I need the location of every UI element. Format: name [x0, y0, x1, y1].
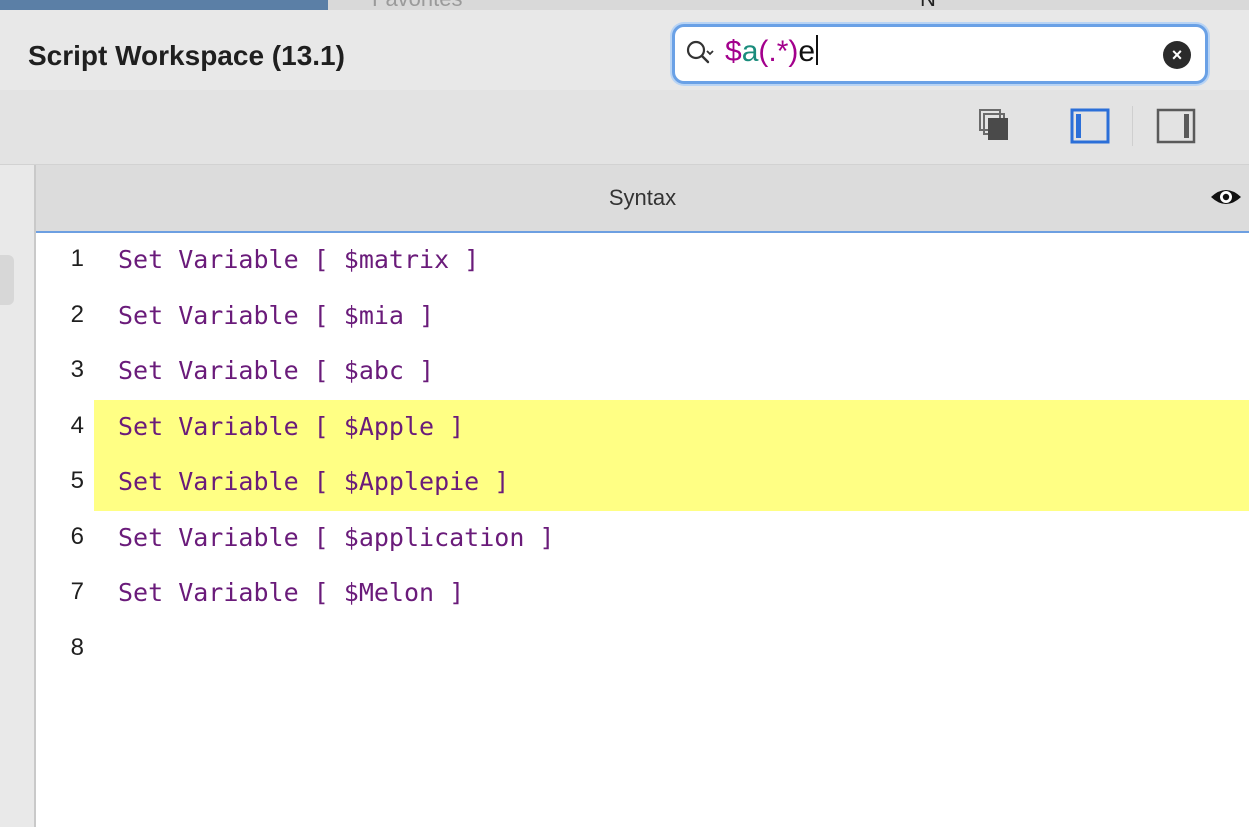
query-part: (: [758, 35, 769, 68]
title-bar: Script Workspace (13.1) $a(.*)e ×: [0, 10, 1249, 90]
script-step[interactable]: Set Variable [ $Apple ]: [118, 412, 464, 441]
script-line-highlighted[interactable]: 5 Set Variable [ $Applepie ]: [36, 455, 1249, 511]
line-number: 8: [70, 634, 84, 661]
script-line[interactable]: 1 Set Variable [ $matrix ]: [36, 233, 1249, 289]
line-number: 4: [70, 412, 84, 439]
script-line-highlighted[interactable]: 4 Set Variable [ $Apple ]: [36, 400, 1249, 456]
query-part: ): [788, 35, 799, 68]
script-editor[interactable]: 1 Set Variable [ $matrix ] 2 Set Variabl…: [36, 233, 1249, 827]
line-number: 1: [70, 245, 84, 272]
script-line[interactable]: 6 Set Variable [ $application ]: [36, 511, 1249, 567]
text-caret: [816, 35, 819, 65]
syntax-column-label: Syntax: [608, 185, 677, 210]
background-tab-label: Favorites: [372, 0, 462, 10]
script-line[interactable]: 7 Set Variable [ $Melon ]: [36, 566, 1249, 622]
line-number: 5: [70, 467, 84, 494]
query-part: e: [798, 35, 816, 68]
line-number: 7: [70, 578, 84, 605]
script-line[interactable]: 2 Set Variable [ $mia ]: [36, 289, 1249, 345]
script-line[interactable]: 8: [36, 622, 1249, 678]
copy-layers-icon[interactable]: [972, 106, 1016, 146]
script-step[interactable]: Set Variable [ $Melon ]: [118, 578, 464, 607]
background-window-strip: Favorites N: [0, 0, 1249, 10]
query-part: $: [725, 35, 742, 68]
script-step[interactable]: Set Variable [ $abc ]: [118, 356, 434, 385]
magnifier-icon[interactable]: [685, 39, 715, 69]
script-step[interactable]: Set Variable [ $application ]: [118, 523, 555, 552]
toolbar-separator: [1132, 106, 1133, 146]
panel-splitter-handle[interactable]: [0, 255, 14, 305]
background-tab-label-2: N: [920, 0, 936, 10]
right-panel-icon[interactable]: [1154, 106, 1198, 146]
search-field[interactable]: $a(.*)e ×: [672, 24, 1208, 84]
script-line[interactable]: 3 Set Variable [ $abc ]: [36, 344, 1249, 400]
eye-icon[interactable]: [1209, 185, 1243, 209]
window-title: Script Workspace (13.1): [28, 40, 345, 71]
search-query[interactable]: $a(.*)e: [725, 35, 819, 69]
clear-icon[interactable]: ×: [1163, 41, 1191, 69]
script-step[interactable]: Set Variable [ $matrix ]: [118, 245, 479, 274]
query-part: a: [741, 35, 759, 68]
background-window-tab: [0, 0, 328, 10]
line-number: 2: [70, 301, 84, 328]
script-step[interactable]: Set Variable [ $Applepie ]: [118, 467, 509, 496]
query-part: .*: [768, 35, 789, 68]
line-number: 3: [70, 356, 84, 383]
left-panel-icon[interactable]: [1068, 106, 1112, 146]
line-number: 6: [70, 523, 84, 550]
left-panel-edge: [0, 165, 36, 827]
toolbar: [0, 90, 1249, 165]
script-step[interactable]: Set Variable [ $mia ]: [118, 301, 434, 330]
column-header: Syntax: [36, 165, 1249, 233]
